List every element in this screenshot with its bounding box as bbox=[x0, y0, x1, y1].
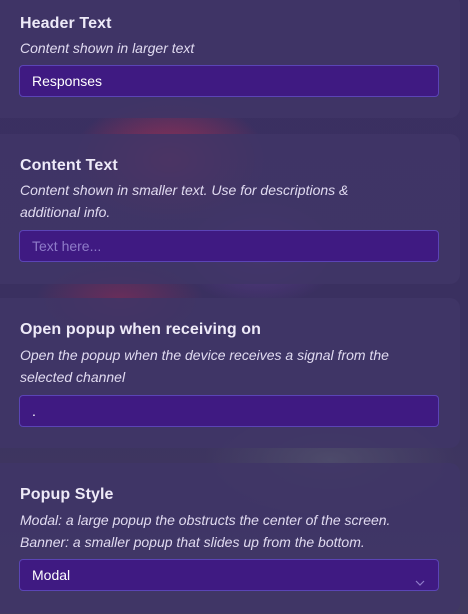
content-text-card: Content Text Content shown in smaller te… bbox=[0, 134, 460, 284]
chevron-down-icon bbox=[414, 569, 426, 586]
open-popup-card: Open popup when receiving on Open the po… bbox=[0, 298, 460, 448]
header-text-input[interactable] bbox=[19, 65, 439, 97]
popup-style-select[interactable]: Modal bbox=[19, 559, 439, 591]
open-popup-title: Open popup when receiving on bbox=[20, 321, 262, 338]
popup-style-card: Popup Style Modal: a large popup the obs… bbox=[0, 463, 460, 613]
popup-style-title: Popup Style bbox=[20, 486, 114, 503]
header-text-card: Header Text Content shown in larger text bbox=[0, 0, 460, 118]
open-popup-description: Open the popup when the device receives … bbox=[20, 347, 389, 385]
header-text-description: Content shown in larger text bbox=[20, 40, 195, 56]
content-text-input[interactable] bbox=[19, 230, 439, 262]
popup-style-description-line2: Banner: a smaller popup that slides up f… bbox=[20, 534, 365, 550]
popup-style-selected-value: Modal bbox=[32, 567, 71, 583]
content-text-description: Content shown in smaller text. Use for d… bbox=[20, 182, 349, 220]
content-text-title: Content Text bbox=[20, 157, 118, 174]
header-text-title: Header Text bbox=[20, 15, 112, 32]
popup-style-description-line1: Modal: a large popup the obstructs the c… bbox=[20, 512, 391, 528]
open-popup-channel-input[interactable] bbox=[19, 395, 439, 427]
